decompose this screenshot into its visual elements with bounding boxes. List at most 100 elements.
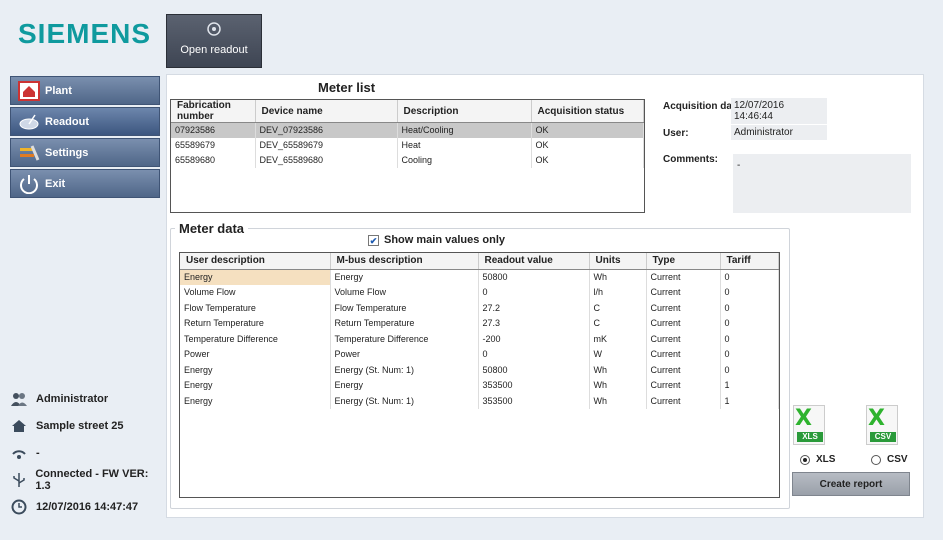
cell: mK [589, 331, 647, 347]
nav-item-readout-label: Readout [45, 115, 89, 128]
comments-field[interactable]: - [733, 154, 911, 213]
status-datetime-text: 12/07/2016 14:47:47 [36, 501, 139, 513]
col-acquisition-status[interactable]: Acquisition status [531, 100, 644, 123]
meter-data-row[interactable]: Power Power 0 W Current 0 [180, 346, 779, 362]
cell: 0 [720, 284, 779, 300]
col-readout-value[interactable]: Readout value [478, 253, 590, 270]
cell: Energy (St. Num: 1) [330, 362, 479, 378]
cell: 0 [720, 315, 779, 331]
meter-list-row[interactable]: 65589680 DEV_65589680 Cooling OK [171, 152, 644, 168]
cell: Heat [397, 137, 532, 153]
cell: 0 [478, 346, 590, 362]
meter-data-row[interactable]: Temperature Difference Temperature Diffe… [180, 331, 779, 347]
nav-item-plant-label: Plant [45, 84, 72, 97]
cell: l/h [589, 284, 647, 300]
user-value: Administrator [731, 125, 827, 140]
cell: 1 [720, 393, 779, 409]
cell: 27.2 [478, 300, 590, 316]
cell: Return Temperature [180, 315, 331, 331]
cell: Current [646, 300, 721, 316]
status-datetime: 12/07/2016 14:47:47 [10, 494, 162, 520]
excel-x-glyph: X [868, 406, 885, 431]
clock-icon [10, 499, 28, 515]
cell: Flow Temperature [180, 300, 331, 316]
show-main-values-checkbox[interactable]: ✔ [368, 234, 379, 246]
csv-radio-button[interactable] [871, 454, 881, 465]
acquisition-date-label: Acquisition date [663, 101, 741, 112]
meter-data-row[interactable]: Energy Energy (St. Num: 1) 353500 Wh Cur… [180, 393, 779, 409]
cell: Energy [180, 362, 331, 378]
xls-tag: XLS [797, 432, 823, 442]
meter-data-row[interactable]: Return Temperature Return Temperature 27… [180, 315, 779, 331]
cell: Energy [330, 377, 479, 393]
meter-list-table[interactable]: Fabrication number Device name Descripti… [170, 99, 645, 213]
acquisition-date-value: 12/07/2016 14:46:44 [731, 98, 827, 124]
xls-radio[interactable]: XLS [800, 454, 835, 465]
power-icon [17, 173, 41, 195]
cell: Energy [330, 269, 479, 285]
status-address-text: Sample street 25 [36, 420, 124, 432]
nav-item-readout[interactable]: Readout [10, 107, 160, 136]
nav-item-plant[interactable]: Plant [10, 76, 160, 105]
show-main-values-toggle[interactable]: ✔ Show main values only [368, 234, 505, 246]
home-icon [10, 418, 28, 434]
col-description[interactable]: Description [397, 100, 532, 123]
nav-item-exit-label: Exit [45, 177, 66, 190]
cell: Current [646, 284, 721, 300]
status-signal-text: - [36, 447, 40, 459]
cell: 27.3 [478, 315, 590, 331]
cell: Current [646, 393, 721, 409]
col-type[interactable]: Type [646, 253, 721, 270]
cell: 0 [720, 300, 779, 316]
cell: Temperature Difference [180, 331, 331, 347]
nav-item-settings[interactable]: Settings [10, 138, 160, 167]
cell: 0 [720, 362, 779, 378]
meter-data-table[interactable]: User description M-bus description Reado… [179, 252, 780, 498]
cell: Flow Temperature [330, 300, 479, 316]
nav-item-exit[interactable]: Exit [10, 169, 160, 198]
col-mbus-description[interactable]: M-bus description [330, 253, 479, 270]
col-user-description[interactable]: User description [180, 253, 331, 270]
cell: 0 [720, 346, 779, 362]
cell: 0 [720, 269, 779, 285]
cell: OK [531, 152, 644, 168]
xls-file-icon[interactable]: X XLS [793, 405, 825, 445]
csv-file-icon[interactable]: X CSV [866, 405, 898, 445]
cell: DEV_65589679 [255, 137, 398, 153]
col-tariff[interactable]: Tariff [720, 253, 779, 270]
cell: Cooling [397, 152, 532, 168]
meter-data-row[interactable]: Energy Energy (St. Num: 1) 50800 Wh Curr… [180, 362, 779, 378]
cell: 1 [720, 377, 779, 393]
cell: 65589679 [171, 137, 256, 153]
cell: C [589, 315, 647, 331]
cell: 50800 [478, 269, 590, 285]
open-readout-label: Open readout [180, 44, 248, 56]
cell: 353500 [478, 393, 590, 409]
meter-list-row[interactable]: 65589679 DEV_65589679 Heat OK [171, 137, 644, 153]
nav-item-settings-label: Settings [45, 146, 89, 159]
col-fabrication-number[interactable]: Fabrication number [171, 100, 256, 123]
house-icon [17, 80, 41, 102]
status-signal: - [10, 440, 162, 466]
meter-list-row[interactable]: 07923586 DEV_07923586 Heat/Cooling OK [171, 122, 644, 138]
create-report-button[interactable]: Create report [792, 472, 910, 496]
csv-tag: CSV [870, 432, 896, 442]
meter-data-row[interactable]: Volume Flow Volume Flow 0 l/h Current 0 [180, 284, 779, 300]
show-main-values-label: Show main values only [384, 234, 506, 246]
cell: DEV_07923586 [255, 122, 398, 138]
users-icon [10, 391, 28, 407]
xls-radio-button[interactable] [800, 454, 810, 465]
col-units[interactable]: Units [589, 253, 647, 270]
excel-x-glyph: X [795, 406, 812, 431]
col-device-name[interactable]: Device name [255, 100, 398, 123]
meter-data-row[interactable]: Flow Temperature Flow Temperature 27.2 C… [180, 300, 779, 316]
comments-label: Comments: [663, 154, 719, 165]
meter-data-row[interactable]: Energy Energy 353500 Wh Current 1 [180, 377, 779, 393]
cell: 07923586 [171, 122, 256, 138]
cell: Energy [180, 377, 331, 393]
status-user: Administrator [10, 386, 162, 412]
open-readout-button[interactable]: Open readout [166, 14, 262, 68]
meter-data-row[interactable]: Energy Energy 50800 Wh Current 0 [180, 269, 779, 285]
csv-radio[interactable]: CSV [871, 454, 908, 465]
cell: DEV_65589680 [255, 152, 398, 168]
